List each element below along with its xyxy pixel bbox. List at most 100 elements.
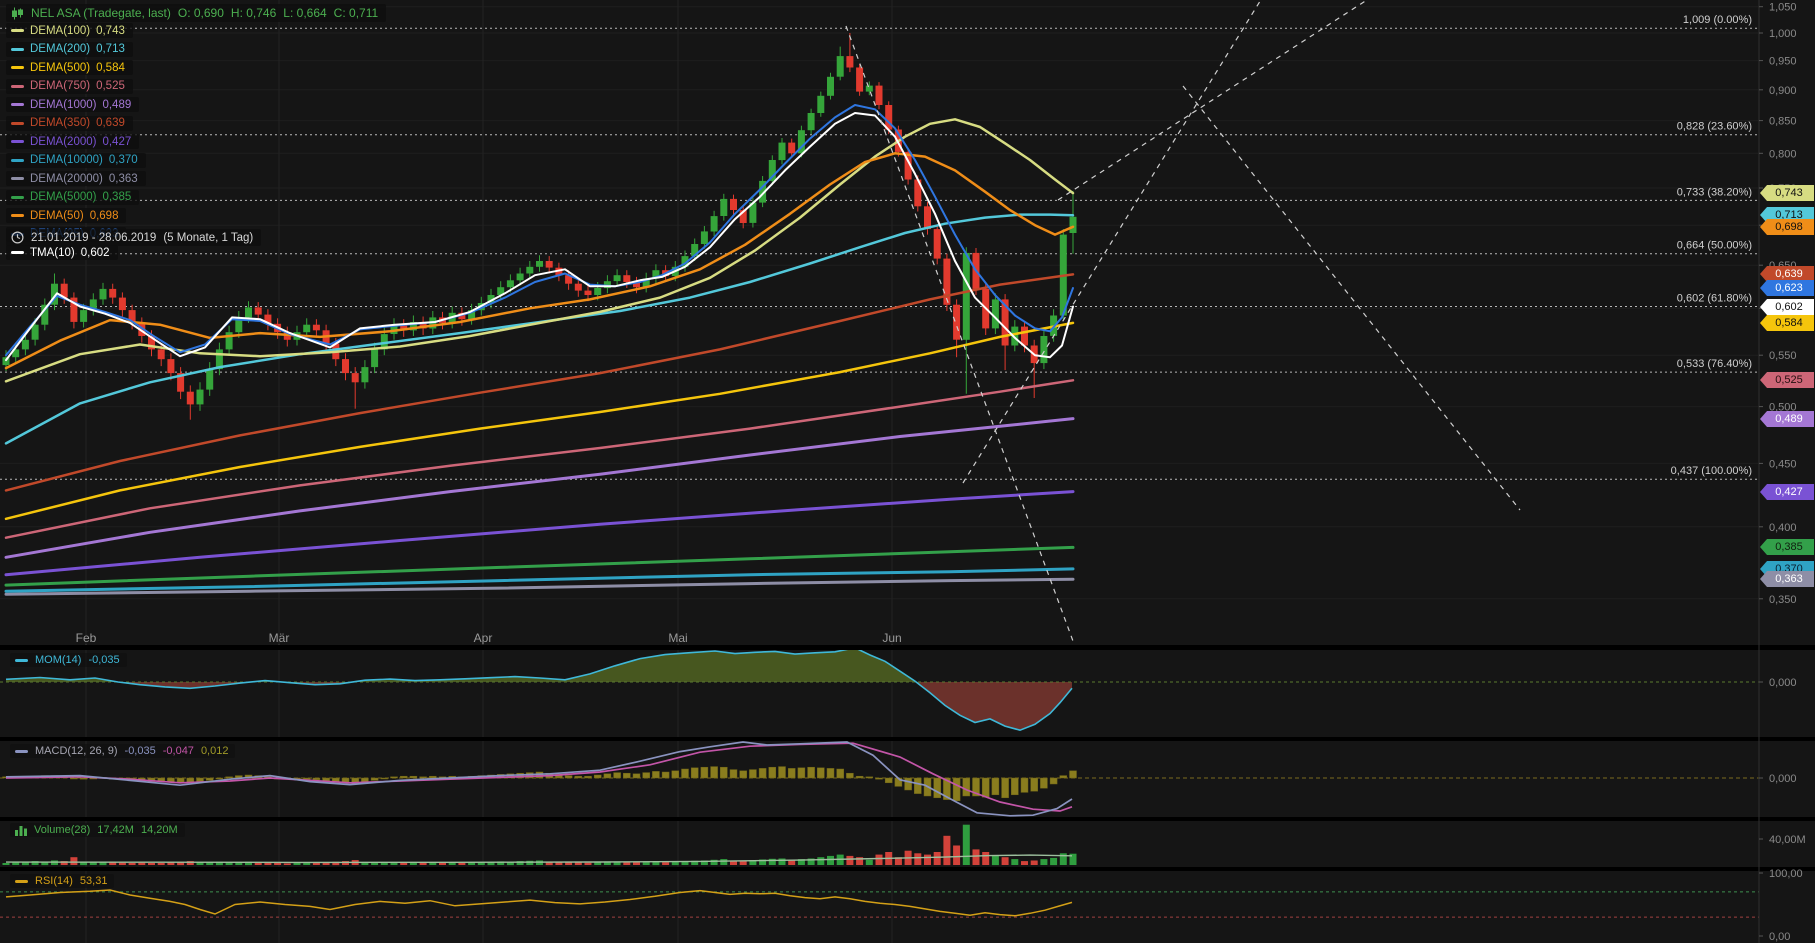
price-tag: 0,584 — [1760, 315, 1814, 331]
legend-label: DEMA(10000) — [30, 154, 103, 166]
svg-text:0,900: 0,900 — [1769, 85, 1797, 97]
svg-text:Mär: Mär — [269, 631, 290, 645]
legend-row-dema350[interactable]: DEMA(350) 0,639 — [6, 115, 133, 131]
svg-text:100,00: 100,00 — [1769, 868, 1803, 880]
price-tag: 0,743 — [1760, 185, 1814, 201]
legend-line-icon — [11, 84, 24, 88]
macd-value: -0,035 — [124, 745, 156, 757]
macd-hist-value: 0,012 — [200, 745, 229, 757]
macd-label: MACD(12, 26, 9) — [35, 745, 118, 757]
price-tag: 0,385 — [1760, 539, 1814, 555]
legend-label: DEMA(50) — [30, 209, 84, 222]
volume-legend[interactable]: Volume(28) 17,42M 14,20M — [10, 823, 185, 837]
legend-row-dema500[interactable]: DEMA(500) 0,584 — [6, 60, 133, 75]
svg-text:0,533 (76.40%): 0,533 (76.40%) — [1677, 358, 1752, 370]
volume-label: Volume(28) — [34, 824, 91, 836]
legend-line-icon — [11, 195, 24, 199]
legend-row-dema5000[interactable]: DEMA(5000) 0,385 — [6, 189, 140, 205]
legend-line-icon — [11, 47, 24, 51]
legend-row-dema100[interactable]: DEMA(100) 0,743 — [6, 23, 133, 38]
svg-text:Jun: Jun — [882, 631, 901, 645]
legend-line-icon — [11, 66, 24, 69]
date-range: 21.01.2019 - 28.06.2019 — [31, 231, 157, 244]
mom-legend[interactable]: MOM(14) -0,035 — [10, 653, 127, 667]
macd-legend[interactable]: MACD(12, 26, 9) -0,035 -0,047 0,012 — [10, 744, 236, 758]
legend-label: DEMA(500) — [30, 61, 91, 74]
svg-text:1,050: 1,050 — [1769, 2, 1797, 14]
legend-row-dema200[interactable]: DEMA(200) 0,713 — [6, 41, 133, 57]
legend-row-dema1000[interactable]: DEMA(1000) 0,489 — [6, 97, 140, 112]
legend-line-icon — [11, 214, 24, 217]
rsi-legend[interactable]: RSI(14) 53,31 — [10, 874, 115, 888]
legend-row-dema750[interactable]: DEMA(750) 0,525 — [6, 78, 133, 94]
legend-row-dema20000[interactable]: DEMA(20000) 0,363 — [6, 171, 146, 186]
svg-text:0,000: 0,000 — [1769, 677, 1797, 689]
price-tag: 0,698 — [1760, 219, 1814, 235]
trading-chart-app: 1,009 (0.00%) 0,828 (23.60%) 0,733 (38.20%… — [0, 0, 1815, 943]
legend-line-icon — [11, 158, 24, 162]
date-range-row[interactable]: 21.01.2019 - 28.06.2019 (5 Monate, 1 Tag… — [6, 229, 262, 246]
chart-canvas[interactable]: 1,009 (0.00%) 0,828 (23.60%) 0,733 (38.20%… — [0, 0, 1815, 943]
legend-line-icon — [11, 121, 24, 125]
svg-text:1,000: 1,000 — [1769, 28, 1797, 40]
legend-label: DEMA(1000) — [30, 98, 97, 111]
price-tag: 0,525 — [1760, 372, 1814, 388]
macd-signal-value: -0,047 — [162, 745, 194, 757]
legend-row-dema2000[interactable]: DEMA(2000) 0,427 — [6, 134, 140, 149]
svg-text:0,800: 0,800 — [1769, 148, 1797, 160]
svg-text:0,00: 0,00 — [1769, 931, 1790, 943]
rsi-line-icon — [15, 879, 28, 883]
ohlc-close: C: 0,711 — [333, 6, 379, 20]
legend-line-icon — [11, 177, 24, 180]
svg-text:0,664 (50.00%): 0,664 (50.00%) — [1677, 240, 1752, 252]
legend-row-tma10[interactable]: TMA(10) 0,602 — [6, 245, 118, 260]
legend-row-dema50[interactable]: DEMA(50) 0,698 — [6, 208, 127, 223]
candlestick-icon — [12, 7, 23, 19]
legend-value: 0,525 — [96, 80, 125, 92]
legend-label: DEMA(5000) — [30, 191, 97, 203]
svg-text:1,009 (0.00%): 1,009 (0.00%) — [1683, 14, 1752, 26]
svg-text:0,350: 0,350 — [1769, 594, 1797, 606]
symbol-title: NEL ASA (Tradegate, last) — [31, 6, 171, 20]
legend-label: DEMA(200) — [30, 43, 91, 55]
legend-label: DEMA(2000) — [30, 135, 97, 148]
volume-value: 17,42M — [97, 824, 134, 836]
legend-value: 0,489 — [102, 98, 132, 111]
svg-text:Mai: Mai — [668, 631, 687, 645]
rsi-value: 53,31 — [79, 875, 108, 887]
legend-row-dema10000[interactable]: DEMA(10000) 0,370 — [6, 152, 146, 168]
legend-label: DEMA(750) — [30, 80, 91, 92]
clock-icon — [11, 231, 24, 244]
svg-text:0,733 (38.20%): 0,733 (38.20%) — [1677, 186, 1752, 198]
price-tag: 0,623 — [1760, 280, 1814, 296]
legend-value: 0,584 — [96, 61, 125, 74]
symbol-title-row[interactable]: NEL ASA (Tradegate, last) O: 0,690 H: 0,… — [6, 4, 387, 22]
volume-ma-value: 14,20M — [140, 824, 178, 836]
svg-text:0,450: 0,450 — [1769, 458, 1797, 470]
date-range-detail: (5 Monate, 1 Tag) — [163, 231, 254, 244]
price-tag: 0,363 — [1760, 571, 1814, 587]
legend-value: 0,427 — [102, 135, 132, 148]
price-tag: 0,639 — [1760, 266, 1814, 282]
price-tag: 0,489 — [1760, 411, 1814, 427]
mom-value: -0,035 — [88, 654, 120, 666]
mom-label: MOM(14) — [35, 654, 82, 666]
legend-label: DEMA(100) — [30, 24, 91, 37]
legend-value: 0,385 — [102, 191, 132, 203]
legend-value: 0,363 — [108, 172, 138, 185]
mom-line-icon — [15, 658, 28, 662]
price-tag: 0,427 — [1760, 484, 1814, 500]
legend-line-icon — [11, 29, 24, 32]
ohlc-low: L: 0,664 — [283, 6, 327, 20]
svg-text:Feb: Feb — [76, 631, 97, 645]
svg-text:0,850: 0,850 — [1769, 116, 1797, 128]
rsi-label: RSI(14) — [35, 875, 73, 887]
legend-label: DEMA(20000) — [30, 172, 103, 185]
legend-value: 0,602 — [80, 246, 110, 259]
macd-line-icon — [15, 749, 28, 753]
legend-line-icon — [11, 251, 24, 254]
legend-line-icon — [11, 140, 24, 143]
svg-text:0,000: 0,000 — [1769, 773, 1797, 785]
volume-bars-icon — [15, 825, 27, 836]
svg-text:0,602 (61.80%): 0,602 (61.80%) — [1677, 293, 1752, 305]
